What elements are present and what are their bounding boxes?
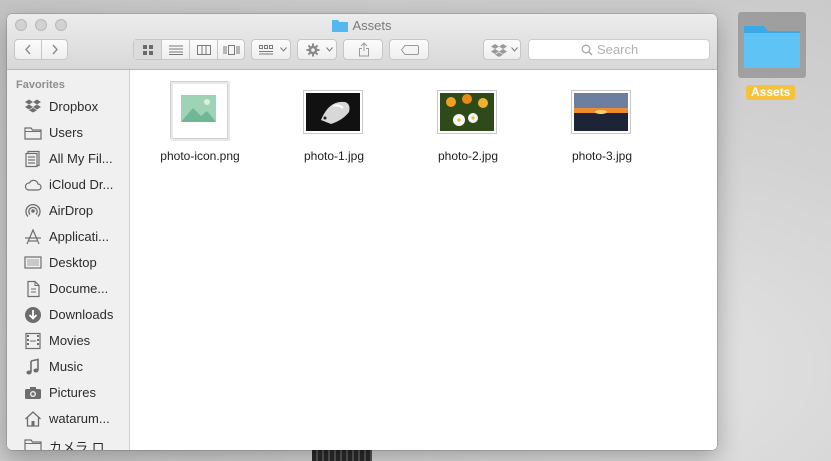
chevron-right-icon bbox=[52, 44, 58, 55]
sidebar-item-desktop[interactable]: Desktop bbox=[7, 250, 129, 276]
sidebar-item-label: watarum... bbox=[49, 411, 110, 426]
sidebar-item-label: Docume... bbox=[49, 281, 109, 296]
sidebar-item-label: Dropbox bbox=[49, 99, 99, 114]
file-name: photo-2.jpg bbox=[437, 149, 499, 163]
folder-icon bbox=[744, 26, 800, 68]
arrange-button[interactable] bbox=[251, 39, 291, 60]
tags-button[interactable] bbox=[389, 39, 429, 60]
back-button[interactable] bbox=[15, 40, 42, 59]
share-icon bbox=[359, 42, 369, 57]
photo-thumbnail bbox=[303, 90, 363, 134]
sidebar-item-label: Desktop bbox=[49, 255, 97, 270]
sidebar-item-label: iCloud Dr... bbox=[49, 177, 114, 192]
sidebar-item-label: AirDrop bbox=[49, 203, 94, 218]
sidebar-item-label: Downloads bbox=[49, 307, 114, 322]
sidebar-item-label: カメラ ロ... bbox=[49, 440, 116, 450]
file-name: photo-icon.png bbox=[160, 149, 240, 163]
search-icon bbox=[581, 44, 593, 56]
dropbox-icon bbox=[25, 99, 41, 113]
sidebar: Favorites Dropbox Users All My Fil... iC… bbox=[7, 70, 130, 450]
grid-icon bbox=[143, 45, 153, 55]
chevron-down-icon bbox=[280, 47, 287, 52]
forward-button[interactable] bbox=[42, 40, 68, 59]
photo-thumbnail bbox=[571, 90, 631, 134]
image-file-icon bbox=[170, 81, 230, 141]
folder-icon bbox=[332, 19, 349, 35]
sidebar-item-downloads[interactable]: Downloads bbox=[7, 302, 129, 328]
sidebar-item-label: Users bbox=[49, 125, 83, 140]
file-name: photo-1.jpg bbox=[303, 149, 365, 163]
chevron-down-icon bbox=[511, 47, 518, 52]
cover-flow-button[interactable] bbox=[218, 40, 245, 59]
search-placeholder: Search bbox=[597, 42, 639, 57]
file-item[interactable]: photo-icon.png bbox=[145, 80, 255, 180]
sidebar-item-label: All My Fil... bbox=[49, 151, 113, 166]
file-item[interactable]: photo-2.jpg bbox=[413, 80, 523, 180]
applications-icon bbox=[25, 228, 41, 245]
download-icon bbox=[25, 307, 41, 323]
titlebar: Assets Search bbox=[7, 14, 717, 70]
cover-flow-icon bbox=[223, 45, 240, 55]
list-view-button[interactable] bbox=[162, 40, 190, 59]
nav-buttons bbox=[14, 39, 68, 60]
window-title-text: Assets bbox=[352, 18, 392, 33]
sidebar-item-label: Applicati... bbox=[49, 229, 109, 244]
list-icon bbox=[169, 45, 183, 55]
gear-icon bbox=[306, 43, 320, 57]
sidebar-item-pictures[interactable]: Pictures bbox=[7, 380, 129, 406]
tag-icon bbox=[401, 45, 419, 55]
sidebar-item-camera-roll[interactable]: カメラ ロ... bbox=[7, 432, 129, 450]
home-icon bbox=[25, 411, 41, 427]
document-icon bbox=[27, 280, 40, 298]
folder-icon bbox=[24, 127, 42, 140]
search-field[interactable]: Search bbox=[528, 39, 710, 60]
action-button[interactable] bbox=[297, 39, 337, 60]
sidebar-item-applications[interactable]: Applicati... bbox=[7, 224, 129, 250]
cloud-icon bbox=[24, 179, 42, 191]
sidebar-item-documents[interactable]: Docume... bbox=[7, 276, 129, 302]
desktop-folder-label[interactable]: Assets bbox=[746, 85, 796, 100]
sidebar-item-music[interactable]: Music bbox=[7, 354, 129, 380]
chevron-down-icon bbox=[326, 47, 333, 52]
sidebar-item-airdrop[interactable]: AirDrop bbox=[7, 198, 129, 224]
sidebar-item-home[interactable]: watarum... bbox=[7, 406, 129, 432]
chevron-left-icon bbox=[25, 44, 31, 55]
dropbox-icon bbox=[491, 44, 507, 57]
file-item[interactable]: photo-1.jpg bbox=[279, 80, 389, 180]
column-view-button[interactable] bbox=[190, 40, 218, 59]
file-item[interactable]: photo-3.jpg bbox=[547, 80, 657, 180]
desktop-icon bbox=[24, 256, 42, 269]
sidebar-item-all-my-files[interactable]: All My Fil... bbox=[7, 146, 129, 172]
desktop-wallpaper-guitar bbox=[312, 450, 372, 461]
photo-thumbnail bbox=[437, 90, 497, 134]
columns-icon bbox=[197, 45, 211, 55]
finder-window: Assets Search Favorites Dropbox Users Al… bbox=[7, 14, 717, 450]
sidebar-item-label: Movies bbox=[49, 333, 91, 348]
folder-icon bbox=[24, 439, 42, 450]
sidebar-item-label: Pictures bbox=[49, 385, 96, 400]
camera-icon bbox=[25, 387, 41, 399]
film-icon bbox=[25, 332, 41, 350]
all-files-icon bbox=[25, 150, 40, 168]
dropbox-button[interactable] bbox=[483, 39, 521, 60]
music-note-icon bbox=[26, 358, 39, 375]
file-grid: photo-icon.png photo-1.jpg photo-2.jpg p… bbox=[130, 70, 717, 450]
sidebar-item-label: Music bbox=[49, 359, 83, 374]
sidebar-item-movies[interactable]: Movies bbox=[7, 328, 129, 354]
share-button[interactable] bbox=[343, 39, 383, 60]
icon-view-button[interactable] bbox=[134, 40, 162, 59]
sidebar-item-dropbox[interactable]: Dropbox bbox=[7, 94, 129, 120]
sidebar-heading-favorites: Favorites bbox=[16, 79, 65, 91]
airdrop-icon bbox=[25, 204, 41, 217]
file-name: photo-3.jpg bbox=[571, 149, 633, 163]
desktop-folder-assets[interactable] bbox=[738, 12, 806, 78]
arrange-icon bbox=[259, 45, 273, 55]
sidebar-item-icloud-drive[interactable]: iCloud Dr... bbox=[7, 172, 129, 198]
window-title: Assets bbox=[7, 18, 717, 35]
sidebar-item-users[interactable]: Users bbox=[7, 120, 129, 146]
view-mode-control bbox=[133, 39, 245, 60]
